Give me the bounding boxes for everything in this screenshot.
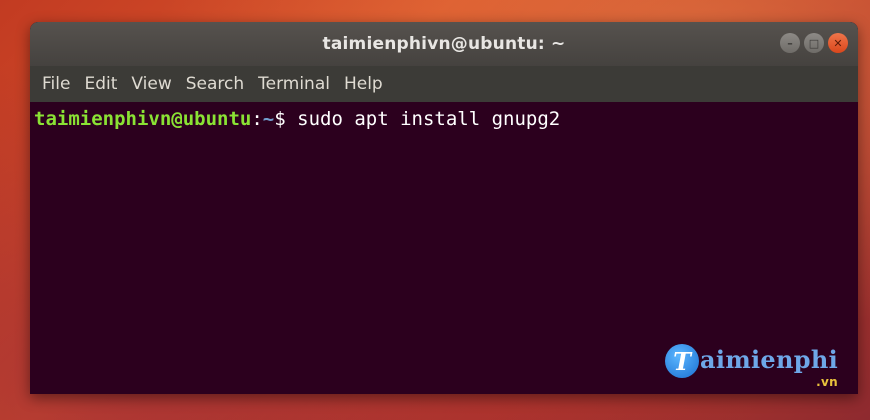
watermark-logo-icon: T <box>665 344 700 378</box>
typed-command: sudo apt install gnupg2 <box>297 108 561 130</box>
minimize-icon[interactable]: – <box>780 33 800 53</box>
watermark-name: aimienphi <box>700 345 838 374</box>
menu-view[interactable]: View <box>125 74 177 94</box>
menu-search[interactable]: Search <box>180 74 250 94</box>
close-icon[interactable]: ✕ <box>828 33 848 53</box>
window-controls: – □ ✕ <box>780 33 848 53</box>
prompt-colon: : <box>251 108 263 130</box>
watermark-suffix: .vn <box>816 375 838 389</box>
window-titlebar[interactable]: taimienphivn@ubuntu: ~ – □ ✕ <box>30 22 858 66</box>
prompt-user-host: taimienphivn@ubuntu <box>34 108 252 130</box>
prompt-symbol: $ <box>274 108 298 130</box>
maximize-icon[interactable]: □ <box>804 33 824 53</box>
watermark-logo: T aimienphi .vn <box>665 344 838 389</box>
menu-help[interactable]: Help <box>338 74 389 94</box>
menu-terminal[interactable]: Terminal <box>252 74 336 94</box>
menubar: File Edit View Search Terminal Help <box>30 66 858 102</box>
prompt-path: ~ <box>262 108 275 130</box>
terminal-output-area[interactable]: taimienphivn@ubuntu:~$ sudo apt install … <box>30 102 858 394</box>
menu-edit[interactable]: Edit <box>78 74 123 94</box>
terminal-window[interactable]: taimienphivn@ubuntu: ~ – □ ✕ File Edit V… <box>30 22 858 394</box>
window-title: taimienphivn@ubuntu: ~ <box>322 34 566 54</box>
terminal-command-line: taimienphivn@ubuntu:~$ sudo apt install … <box>34 108 854 130</box>
watermark-text: aimienphi .vn <box>700 345 838 389</box>
menu-file[interactable]: File <box>36 74 76 94</box>
